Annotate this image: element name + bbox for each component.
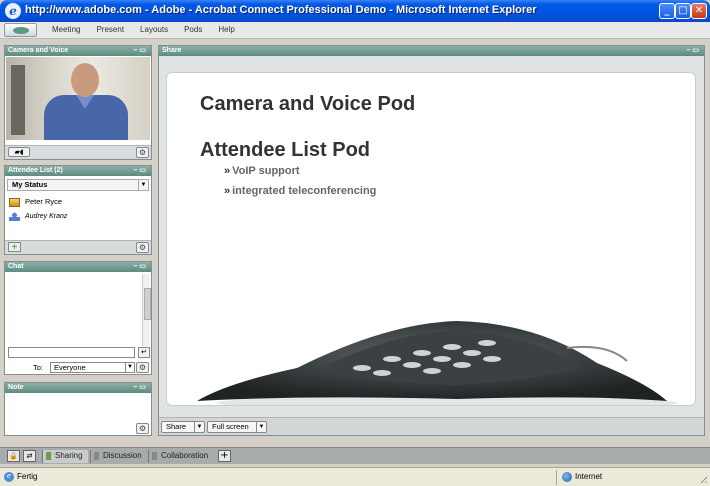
pod-title: Attendee List (2)	[8, 167, 63, 174]
menu-item-layouts[interactable]: Layouts	[140, 25, 168, 34]
lock-icon[interactable]: 🔒	[7, 450, 20, 462]
close-button[interactable]: ✕	[691, 3, 707, 19]
attendee-list-pod: Attendee List (2) –▭ My Status ▼ Peter R…	[4, 165, 152, 255]
pod-title: Share	[162, 47, 182, 54]
attendee-name: Audrey Kranz	[25, 213, 68, 220]
pod-title: Camera and Voice	[8, 47, 69, 54]
share-pod-footer: Share ▼ Full screen ▼	[159, 417, 704, 435]
add-attendee-icon[interactable]: +	[8, 242, 21, 252]
attendee-row[interactable]: Peter Ryce	[9, 196, 149, 208]
pod-window-controls-icon[interactable]: –▭	[133, 46, 148, 56]
page-status-icon: e	[4, 472, 14, 482]
chat-to-label: To:	[33, 363, 44, 372]
tab-sharing[interactable]: Sharing	[42, 450, 88, 463]
window-title-bar[interactable]: e http://www.adobe.com - Adobe - Acrobat…	[0, 0, 710, 22]
tab-label: Collaboration	[161, 451, 209, 460]
tab-grip-icon	[94, 452, 99, 460]
slide-subheading: Attendee List Pod	[200, 139, 371, 161]
pod-footer: ▰◖ ⚙	[5, 145, 151, 159]
my-status-dropdown[interactable]: My Status ▼	[7, 179, 149, 191]
status-text: Fertig	[17, 472, 38, 481]
participant-icon	[9, 211, 20, 221]
internet-explorer-icon: e	[5, 3, 21, 19]
maximize-button[interactable]: □	[675, 3, 691, 19]
camera-microphone-icon[interactable]: ▰◖	[8, 147, 30, 157]
resize-grip-icon[interactable]	[698, 474, 707, 483]
camera-voice-pod: Camera and Voice –▭ ▰◖ ⚙	[4, 45, 152, 160]
window-title: http://www.adobe.com - Adobe - Acrobat C…	[25, 4, 537, 16]
slide-bullet: » integrated teleconferencing	[224, 185, 376, 197]
share-button[interactable]: Share ▼	[161, 421, 205, 433]
status-divider	[556, 470, 557, 485]
attendee-row[interactable]: Audrey Kranz	[9, 211, 149, 223]
tab-grip-icon	[152, 452, 157, 460]
menu-item-present[interactable]: Present	[96, 25, 124, 34]
slide-heading: Camera and Voice Pod	[200, 93, 416, 115]
chevron-down-icon[interactable]: ▼	[138, 180, 148, 190]
send-message-icon[interactable]: ↵	[138, 347, 150, 358]
note-pod: Note –▭ ⚙	[4, 382, 152, 436]
pod-window-controls-icon[interactable]: –▭	[133, 262, 148, 272]
main-menu: Meeting Present Layouts Pods Help	[52, 25, 251, 34]
status-bar: e Fertig Internet	[0, 467, 710, 486]
pod-options-icon[interactable]: ⚙	[136, 362, 149, 373]
chevron-down-icon[interactable]: ▼	[125, 363, 134, 372]
pod-footer: + ⚙	[5, 240, 151, 254]
pod-title: Note	[8, 384, 24, 391]
chat-recipient-value: Everyone	[54, 363, 86, 372]
globe-icon	[562, 472, 572, 482]
full-screen-label: Full screen	[212, 422, 249, 431]
minimize-button[interactable]: _	[659, 3, 675, 19]
pod-options-icon[interactable]: ⚙	[136, 423, 149, 434]
chat-message-input[interactable]	[8, 347, 135, 358]
pod-options-icon[interactable]: ⚙	[136, 242, 149, 253]
attendee-name: Peter Ryce	[25, 197, 63, 206]
chat-recipient-dropdown[interactable]: Everyone ▼	[50, 362, 135, 373]
bullet-text: integrated teleconferencing	[232, 185, 377, 197]
my-status-label: My Status	[12, 180, 48, 189]
menu-bar: Meeting Present Layouts Pods Help	[0, 22, 710, 39]
full-screen-button[interactable]: Full screen ▼	[207, 421, 267, 433]
pod-window-controls-icon[interactable]: –▭	[133, 383, 148, 393]
presentation-slide: Camera and Voice Pod Attendee List Pod »…	[166, 72, 696, 406]
pod-header[interactable]: Share –▭	[159, 46, 704, 56]
menu-item-help[interactable]: Help	[218, 25, 234, 34]
pod-options-icon[interactable]: ⚙	[136, 147, 149, 158]
chat-scrollbar[interactable]	[142, 274, 151, 346]
tab-label: Discussion	[103, 451, 142, 460]
host-icon	[9, 197, 20, 207]
share-pod: Share –▭ Camera and Voice Pod Attendee L…	[158, 45, 705, 436]
pod-title: Chat	[8, 263, 24, 270]
connect-logo-icon[interactable]	[4, 23, 37, 37]
menu-item-meeting[interactable]: Meeting	[52, 25, 80, 34]
video-presenter-head	[71, 63, 99, 97]
tab-collaboration[interactable]: Collaboration	[148, 450, 214, 463]
layout-tab-bar: 🔒 ⇄ Sharing Discussion Collaboration +	[0, 447, 710, 464]
add-layout-button[interactable]: +	[218, 450, 231, 462]
attendees-icon[interactable]: ⇄	[23, 450, 36, 462]
pod-header[interactable]: Camera and Voice –▭	[5, 46, 151, 56]
pod-header[interactable]: Chat –▭	[5, 262, 151, 272]
chevron-down-icon[interactable]: ▼	[194, 422, 204, 432]
tab-discussion[interactable]: Discussion	[90, 450, 146, 463]
pod-window-controls-icon[interactable]: –▭	[133, 166, 148, 176]
share-button-label: Share	[166, 422, 187, 431]
tab-grip-icon	[46, 452, 51, 460]
conference-phone-image	[197, 321, 677, 405]
camera-video-feed	[6, 57, 150, 140]
slide-bullet: » VoIP support	[224, 165, 300, 177]
security-zone: Internet	[575, 472, 603, 481]
bullet-mark: »	[224, 185, 231, 197]
menu-item-pods[interactable]: Pods	[184, 25, 202, 34]
chevron-down-icon[interactable]: ▼	[256, 422, 266, 432]
bullet-text: VoIP support	[232, 165, 300, 177]
chat-pod: Chat –▭ ↵ To: Everyone ▼ ⚙	[4, 261, 152, 375]
pod-header[interactable]: Note –▭	[5, 383, 151, 393]
tab-label: Sharing	[55, 451, 83, 460]
video-background	[11, 65, 25, 135]
pod-window-controls-icon[interactable]: –▭	[686, 46, 701, 56]
pod-header[interactable]: Attendee List (2) –▭	[5, 166, 151, 176]
bullet-mark: »	[224, 165, 231, 177]
